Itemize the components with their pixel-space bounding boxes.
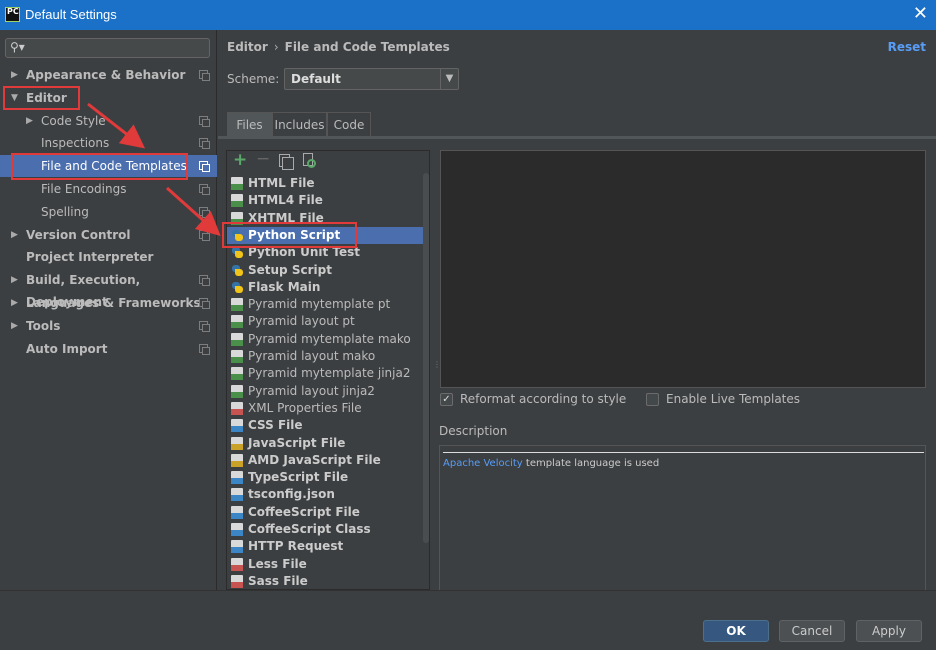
arrow-to-python-script (166, 186, 221, 236)
arrow-to-file-templates (87, 102, 146, 149)
annotation-arrows (87, 102, 221, 236)
